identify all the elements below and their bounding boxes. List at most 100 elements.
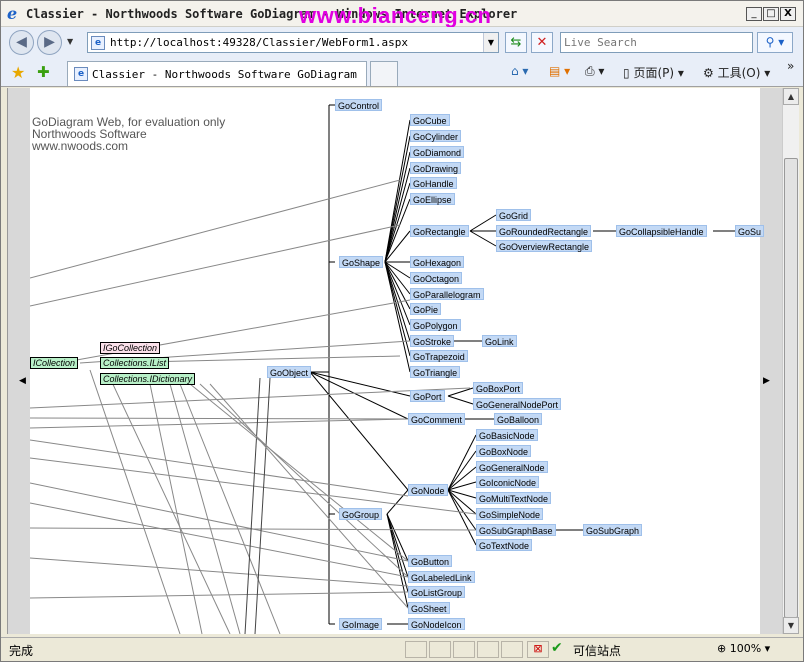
browser-window: e Classier - Northwoods Software GoDiagr… [0,0,804,662]
class-node-gocollapsiblehandle[interactable]: GoCollapsibleHandle [616,225,707,237]
class-node-gotextnode[interactable]: GoTextNode [476,539,533,551]
class-node-goobject[interactable]: GoObject [267,366,312,378]
class-node-goellipse[interactable]: GoEllipse [410,193,455,205]
new-tab-button[interactable] [370,61,398,86]
class-node-gotriangle[interactable]: GoTriangle [410,366,461,378]
address-text[interactable]: http://localhost:49328/Classier/WebForm1… [110,36,408,49]
print-icon[interactable]: ⎙ ▾ [585,64,604,79]
close-button[interactable]: X [780,7,796,21]
class-node-gotrapezoid[interactable]: GoTrapezoid [410,350,468,362]
class-node-gosub[interactable]: GoSu [735,225,765,237]
security-zone-label[interactable]: 可信站点 [573,642,621,659]
feeds-icon[interactable]: ▤ ▾ [549,64,570,78]
class-node-gogeneralnode[interactable]: GoGeneralNode [476,461,548,473]
interface-node-collectionsilist[interactable]: Collections.IList [100,357,170,369]
class-node-goboxport[interactable]: GoBoxPort [473,382,524,394]
recent-pages-dropdown-icon[interactable]: ▼ [67,37,73,46]
scrollbar-thumb[interactable] [784,158,798,618]
more-commands-button[interactable]: » [787,59,794,73]
diagram-connector [447,434,477,491]
refresh-button[interactable]: ⇆ [505,32,527,53]
vertical-scrollbar[interactable]: ▲ ▼ [782,88,799,634]
class-node-gomultitextnode[interactable]: GoMultiTextNode [476,492,552,504]
class-node-goiconicnode[interactable]: GoIconicNode [476,476,540,488]
interface-node-icollection[interactable]: ICollection [30,357,79,369]
class-node-gosheet[interactable]: GoSheet [408,602,450,614]
search-button[interactable]: ⚲ ▾ [757,32,793,53]
class-node-gohandle[interactable]: GoHandle [410,177,457,189]
tools-menu[interactable]: ⚙ 工具(O) ▾ [703,64,770,81]
popup-blocked-icon[interactable]: ⊠ [527,641,549,658]
class-node-goballoon[interactable]: GoBalloon [494,413,543,425]
class-node-golink[interactable]: GoLink [482,335,517,347]
class-node-godiamond[interactable]: GoDiamond [410,146,465,158]
class-node-gopolygon[interactable]: GoPolygon [410,319,461,331]
diagram-connector [384,182,411,263]
back-button[interactable]: ◀ [9,30,34,55]
diagram-connector [447,395,474,405]
class-node-gonodeicon[interactable]: GoNodeIcon [408,618,465,630]
class-node-gocylinder[interactable]: GoCylinder [410,130,462,142]
evaluation-line-3: www.nwoods.com [32,139,129,153]
diagram-connector [30,557,409,587]
class-node-gocube[interactable]: GoCube [410,114,450,126]
page-content: ◀ ▶ GoDiagram Web, for evaluation only N… [7,88,782,634]
forward-button[interactable]: ▶ [37,30,62,55]
page-menu-icon: ▯ [623,66,630,80]
class-node-gohexagon[interactable]: GoHexagon [410,256,465,268]
class-node-goboxnode[interactable]: GoBoxNode [476,445,532,457]
home-icon[interactable]: ⌂ ▾ [511,64,528,78]
class-node-gogeneralnodeport[interactable]: GoGeneralNodePort [473,398,562,410]
diagram-connector [30,417,411,420]
class-node-goimage[interactable]: GoImage [339,618,383,630]
address-bar[interactable]: e http://localhost:49328/Classier/WebFor… [87,32,499,53]
status-panel [429,641,451,658]
favorites-star-icon[interactable]: ★ [11,63,25,82]
class-node-gosubgraph[interactable]: GoSubGraph [583,524,643,536]
class-node-gopie[interactable]: GoPie [410,303,442,315]
minimize-button[interactable]: _ [746,7,762,21]
class-node-gogrid[interactable]: GoGrid [496,209,532,221]
class-node-gocomment[interactable]: GoComment [408,413,466,425]
refresh-icon: ⇆ [510,35,522,50]
class-node-golabeledlink[interactable]: GoLabeledLink [408,571,475,583]
class-node-gosimplenode[interactable]: GoSimpleNode [476,508,544,520]
page-menu[interactable]: ▯ 页面(P) ▾ [623,64,684,81]
class-node-gogroup[interactable]: GoGroup [339,508,383,520]
class-node-goport[interactable]: GoPort [410,390,445,402]
class-node-gobasicnode[interactable]: GoBasicNode [476,429,538,441]
stop-button[interactable]: ✕ [531,32,553,53]
scroll-up-arrow-icon[interactable]: ▲ [783,88,799,105]
interface-node-collectionsidictionary[interactable]: Collections.IDictionary [100,373,196,385]
scroll-down-arrow-icon[interactable]: ▼ [783,617,799,634]
class-node-gobutton[interactable]: GoButton [408,555,453,567]
class-node-golistgroup[interactable]: GoListGroup [408,586,466,598]
class-node-gocontrol[interactable]: GoControl [335,99,383,111]
search-input[interactable] [560,32,753,53]
class-node-gonode[interactable]: GoNode [408,484,448,496]
class-node-goroundedrectangle[interactable]: GoRoundedRectangle [496,225,592,237]
diagram-connector [469,214,497,232]
class-diagram[interactable]: GoDiagram Web, for evaluation only North… [30,88,765,634]
class-node-goparallelogram[interactable]: GoParallelogram [410,288,484,300]
tab-active[interactable]: e Classier - Northwoods Software GoDiagr… [67,61,367,86]
class-node-gooctagon[interactable]: GoOctagon [410,272,463,284]
diagram-connector [30,591,409,599]
class-node-gostroke[interactable]: GoStroke [410,335,455,347]
diagram-connector [199,383,409,578]
scroll-right-arrow-icon[interactable]: ▶ [763,376,770,386]
add-favorite-icon[interactable]: ✚ [37,63,50,81]
class-node-gooverviewrectangle[interactable]: GoOverviewRectangle [496,240,593,252]
page-icon: e [91,36,105,50]
maximize-button[interactable]: □ [763,7,779,21]
stop-icon: ✕ [536,35,548,50]
class-node-goshape[interactable]: GoShape [339,256,384,268]
class-node-gosubgraphbase[interactable]: GoSubGraphBase [476,524,556,536]
zoom-level[interactable]: ⊕ 100% ▾ [717,642,770,655]
class-node-gorectangle[interactable]: GoRectangle [410,225,469,237]
interface-node-igocollection[interactable]: IGoCollection [100,342,161,354]
address-dropdown-icon[interactable]: ▼ [483,33,498,52]
scroll-left-arrow-icon[interactable]: ◀ [19,376,26,386]
class-node-godrawing[interactable]: GoDrawing [410,162,462,174]
diagram-connector [30,387,471,409]
